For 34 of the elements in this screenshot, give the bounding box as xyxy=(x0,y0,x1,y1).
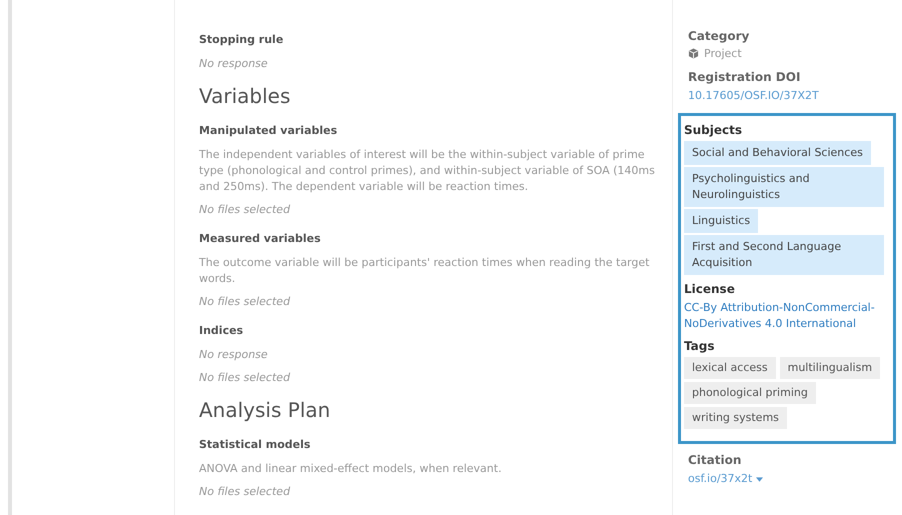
subject-chip[interactable]: Social and Behavioral Sciences xyxy=(684,141,871,165)
empty-response: No response xyxy=(199,56,269,72)
section-heading: Variables xyxy=(199,83,292,110)
tag-chip[interactable]: phonological priming xyxy=(684,382,816,404)
tag-chip[interactable]: lexical access xyxy=(684,357,776,379)
section-label: Subjects xyxy=(684,122,744,139)
question-label: Indices xyxy=(199,323,244,339)
response-text: The outcome variable will be participants' reaction times when reading the target words. xyxy=(199,255,650,287)
license-link[interactable]: CC-By Attribution-NonCommercial-NoDerivatives 4.0 International xyxy=(684,300,885,332)
response-text: The independent variables of interest will be the within-subject variable of prime type (phonological and control primes), and within-subject variable of SOA (140ms and 250ms). The dependent variable will be reaction times. xyxy=(199,147,656,195)
subject-chip[interactable]: First and Second Language Acquisition xyxy=(684,235,884,275)
category-value: Project xyxy=(704,47,742,60)
empty-response: No files selected xyxy=(199,484,292,500)
question-label: Stopping rule xyxy=(199,32,284,48)
tag-chip[interactable]: writing systems xyxy=(684,407,787,429)
tag-chip[interactable]: multilingualism xyxy=(780,357,880,379)
question-label: Manipulated variables xyxy=(199,123,338,139)
section-label: Category xyxy=(688,28,750,45)
question-label: Statistical models xyxy=(199,437,312,453)
section-label: Tags xyxy=(684,338,716,355)
subject-chip[interactable]: Linguistics xyxy=(684,209,758,233)
caret-icon xyxy=(756,476,764,482)
question-label: Measured variables xyxy=(199,231,322,247)
section-label: License xyxy=(684,281,736,298)
empty-response: No files selected xyxy=(199,202,292,218)
subject-chip[interactable]: Psycholinguistics and Neurolinguistics xyxy=(684,167,884,207)
section-heading: Analysis Plan xyxy=(199,397,332,424)
empty-response: No files selected xyxy=(199,370,292,386)
section-label: Citation xyxy=(688,452,742,469)
cube-icon xyxy=(688,48,699,59)
empty-response: No response xyxy=(199,347,269,363)
response-text: ANOVA and linear mixed-effect models, when relevant. xyxy=(199,461,503,477)
section-label: Registration DOI xyxy=(688,69,802,86)
empty-response: No files selected xyxy=(199,294,292,310)
